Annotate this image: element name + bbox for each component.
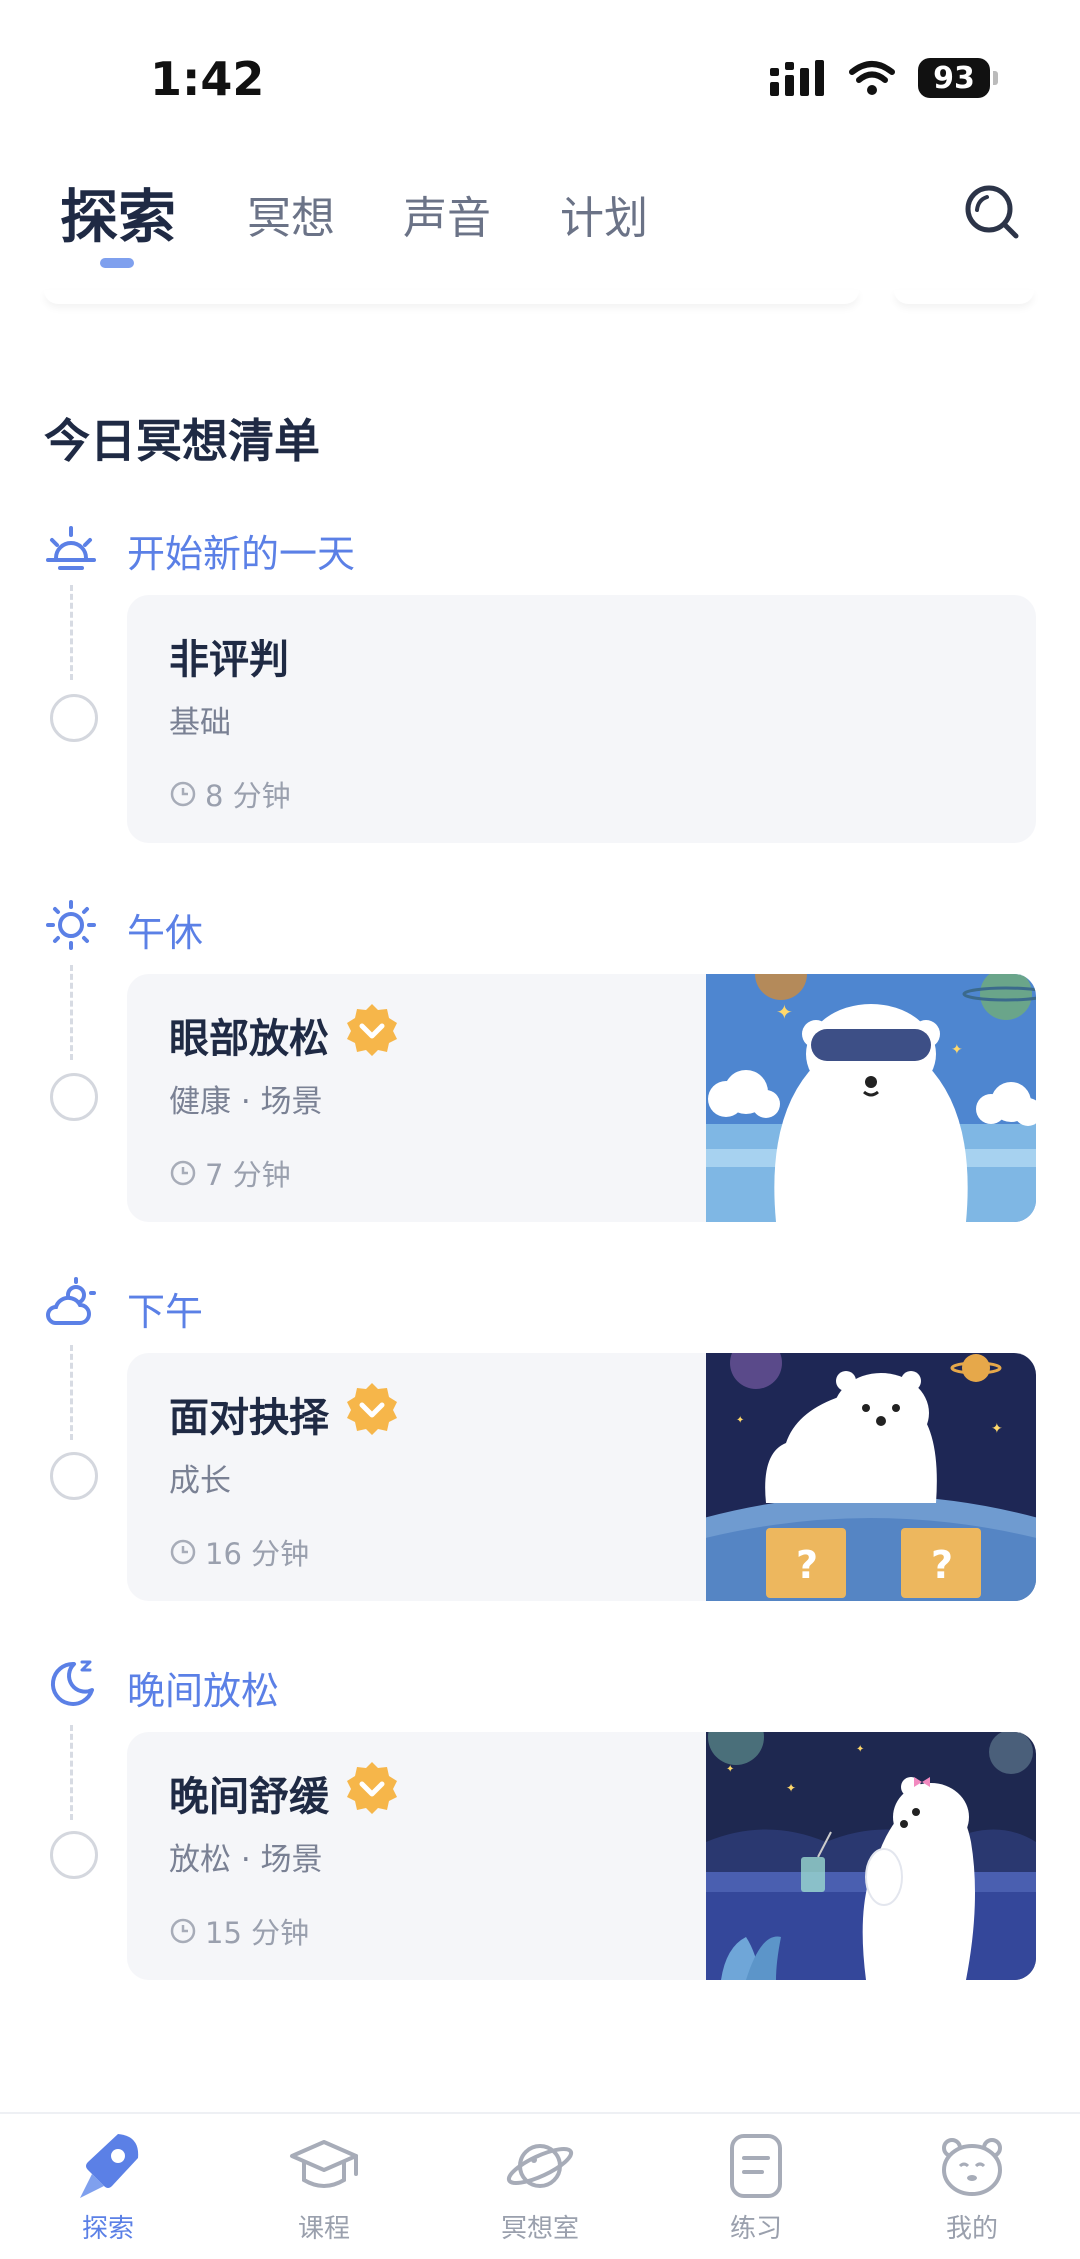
svg-text:✦: ✦ <box>726 1764 734 1775</box>
clock-icon <box>170 1160 196 1186</box>
battery-indicator: 93 <box>918 58 998 98</box>
tab-sound[interactable]: 声音 <box>403 182 491 246</box>
svg-text:?: ? <box>796 1543 818 1587</box>
bear-face-icon <box>942 2138 1002 2196</box>
bottom-tab-bar: 探索 课程 冥想室 练习 我的 <box>0 2112 1080 2259</box>
polar-bear-eyemask-illustration: ✦ ✦ <box>706 974 1036 1222</box>
cloud-sun-icon <box>46 1277 96 1325</box>
nav-label-practice: 练习 <box>729 2214 782 2244</box>
card-duration: 7 分钟 <box>169 1152 291 1194</box>
sun-icon <box>46 900 96 950</box>
slot-label-morning: 开始新的一天 <box>127 532 356 576</box>
meditation-card-morning[interactable]: 非评判 基础 8 分钟 <box>127 595 1036 843</box>
card-duration: 8 分钟 <box>169 773 291 815</box>
timeline-dash <box>70 965 73 1060</box>
tab-plan[interactable]: 计划 <box>560 182 648 246</box>
checkbox-noon[interactable] <box>50 1073 98 1121</box>
status-icons: 93 <box>770 58 998 98</box>
rocket-icon <box>80 2134 139 2198</box>
nav-course[interactable]: 课程 <box>244 2128 404 2245</box>
nav-label-meditation-room: 冥想室 <box>500 2214 579 2244</box>
duration-text: 15 分钟 <box>205 1916 310 1950</box>
top-tab-bar: 探索 冥想 声音 计划 <box>0 170 1080 280</box>
nav-label-course: 课程 <box>297 2214 350 2244</box>
slot-label-afternoon: 下午 <box>127 1290 204 1334</box>
card-duration: 15 分钟 <box>169 1910 309 1952</box>
wifi-icon <box>849 61 895 95</box>
nav-explore[interactable]: 探索 <box>28 2128 188 2245</box>
svg-text:✦: ✦ <box>786 1781 796 1795</box>
clock-icon <box>170 781 196 807</box>
card-title: 面对抉择 <box>169 1395 329 1441</box>
section-title: 今日冥想清单 <box>44 414 320 468</box>
meditation-card-afternoon[interactable]: 面对抉择 成长 16 分钟 ? ? ✦ ✦ <box>127 1353 1036 1601</box>
slot-label-evening: 晚间放松 <box>127 1669 280 1713</box>
card-subtitle: 健康 · 场景 <box>169 1084 323 1120</box>
svg-text:✦: ✦ <box>951 1042 963 1058</box>
search-icon[interactable] <box>962 182 1022 242</box>
svg-text:✦: ✦ <box>776 1000 793 1024</box>
nav-mine[interactable]: 我的 <box>892 2128 1052 2245</box>
card-title: 非评判 <box>169 637 289 683</box>
timeline-dash <box>70 1725 73 1820</box>
card-subtitle: 基础 <box>169 705 231 741</box>
meditation-card-evening[interactable]: 晚间舒缓 放松 · 场景 15 分钟 ✦ ✦ ✦ <box>127 1732 1036 1980</box>
tab-meditation[interactable]: 冥想 <box>247 182 335 246</box>
nav-meditation-room[interactable]: 冥想室 <box>460 2128 620 2245</box>
tab-explore[interactable]: 探索 <box>60 170 176 254</box>
status-bar: 1:42 93 <box>0 0 1080 130</box>
nav-label-explore: 探索 <box>81 2214 134 2244</box>
svg-text:?: ? <box>931 1543 953 1587</box>
polar-bear-evening-illustration: ✦ ✦ ✦ <box>706 1732 1036 1980</box>
card-title: 晚间舒缓 <box>169 1774 329 1820</box>
checkbox-morning[interactable] <box>50 694 98 742</box>
card-subtitle: 放松 · 场景 <box>169 1842 323 1878</box>
nav-practice[interactable]: 练习 <box>676 2128 836 2245</box>
timeline-dash <box>70 1345 73 1440</box>
svg-text:✦: ✦ <box>991 1421 1003 1437</box>
premium-badge-icon <box>347 1004 397 1056</box>
card-subtitle: 成长 <box>169 1463 231 1499</box>
clock-icon <box>170 1539 196 1565</box>
moon-icon <box>50 1660 94 1706</box>
premium-badge-icon <box>347 1762 397 1814</box>
clock-icon <box>170 1918 196 1944</box>
signal-icon <box>770 60 824 96</box>
duration-text: 8 分钟 <box>205 779 291 813</box>
sunrise-icon <box>46 526 96 570</box>
timeline-dash <box>70 585 73 680</box>
premium-badge-icon <box>347 1383 397 1435</box>
planet-icon <box>506 2144 574 2188</box>
scrolled-card-edge <box>44 290 1034 308</box>
duration-text: 7 分钟 <box>205 1158 291 1192</box>
status-time: 1:42 <box>150 52 265 106</box>
checkbox-afternoon[interactable] <box>50 1452 98 1500</box>
note-icon <box>730 2134 782 2198</box>
nav-label-mine: 我的 <box>945 2214 998 2244</box>
card-duration: 16 分钟 <box>169 1531 309 1573</box>
polar-bear-choice-illustration: ? ? ✦ ✦ <box>706 1353 1036 1601</box>
card-title: 眼部放松 <box>169 1016 329 1062</box>
slot-label-noon: 午休 <box>127 911 204 955</box>
svg-text:✦: ✦ <box>856 1744 864 1755</box>
duration-text: 16 分钟 <box>205 1537 310 1571</box>
tab-indicator <box>100 258 134 268</box>
graduation-cap-icon <box>290 2140 358 2188</box>
meditation-card-noon[interactable]: 眼部放松 健康 · 场景 7 分钟 ✦ ✦ <box>127 974 1036 1222</box>
svg-text:✦: ✦ <box>736 1415 744 1426</box>
checkbox-evening[interactable] <box>50 1831 98 1879</box>
